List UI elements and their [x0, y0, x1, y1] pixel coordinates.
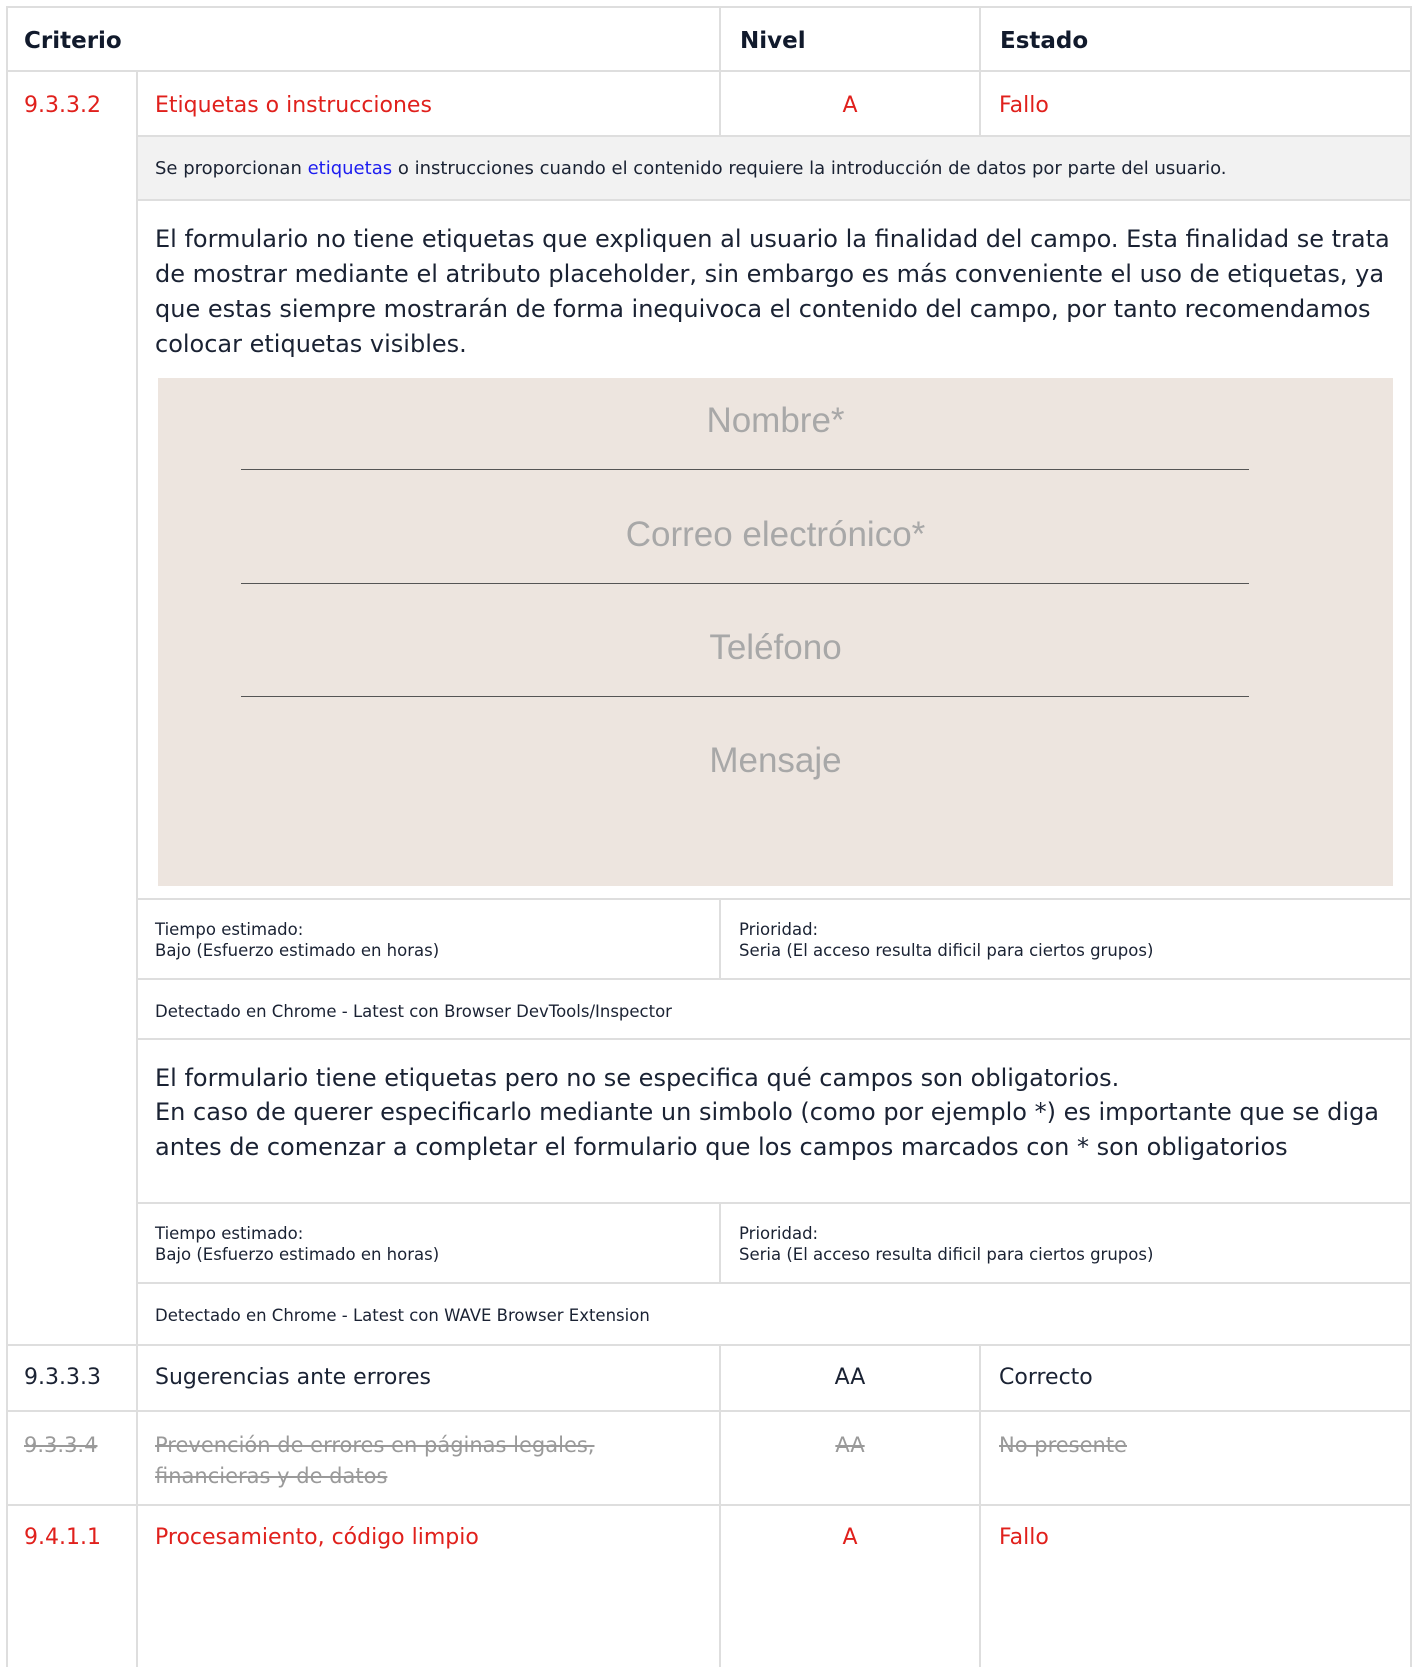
- criterion-description: Se proporcionan etiquetas o instruccione…: [155, 158, 1227, 179]
- criterion-name: Procesamiento, código limpio: [155, 1525, 479, 1550]
- column-divider: [136, 1410, 138, 1506]
- column-divider: [136, 1344, 138, 1412]
- row-divider: [136, 1038, 1410, 1040]
- criterion-status: Fallo: [999, 93, 1049, 118]
- placeholder-mensaje: Mensaje: [709, 741, 842, 780]
- time-label: Tiempo estimado:: [155, 1224, 304, 1243]
- row-divider: [136, 898, 1410, 900]
- row-divider: [8, 1504, 1410, 1506]
- priority-value: Seria (El acceso resulta dificil para ci…: [739, 941, 1154, 960]
- issue-2-text-line1: El formulario tiene etiquetas pero no se…: [155, 1064, 1120, 1092]
- row-divider: [136, 978, 1410, 980]
- column-divider: [979, 1410, 981, 1506]
- meta-divider: [719, 898, 721, 980]
- criterion-name: Etiquetas o instrucciones: [155, 93, 432, 118]
- criterion-name: Prevención de errores en páginas legales…: [155, 1433, 595, 1488]
- criterion-status: No presente: [999, 1433, 1127, 1457]
- time-value: Bajo (Esfuerzo estimado en horas): [155, 1245, 440, 1264]
- code-column-divider: [136, 70, 138, 1400]
- criterion-status: Correcto: [999, 1365, 1093, 1390]
- meta-divider: [719, 1202, 721, 1284]
- column-divider: [136, 1504, 138, 1667]
- header-divider: [719, 6, 721, 72]
- column-divider: [979, 1504, 981, 1667]
- criterion-code: 9.3.3.3: [24, 1365, 101, 1390]
- column-divider: [979, 1344, 981, 1412]
- priority-value: Seria (El acceso resulta dificil para ci…: [739, 1245, 1154, 1264]
- criterion-level: A: [842, 93, 858, 118]
- time-value: Bajo (Esfuerzo estimado en horas): [155, 941, 440, 960]
- issue-2-text-line2: En caso de querer especificarlo mediante…: [155, 1098, 1380, 1161]
- row-divider: [8, 1344, 1410, 1346]
- criterion-status: Fallo: [999, 1525, 1049, 1550]
- placeholder-nombre: Nombre*: [706, 401, 845, 440]
- column-divider: [719, 1344, 721, 1412]
- table-right-border: [1410, 6, 1412, 1667]
- column-divider: [719, 70, 721, 137]
- criterion-level: AA: [835, 1433, 865, 1457]
- row-divider: [8, 70, 1410, 72]
- row-divider: [8, 1410, 1410, 1412]
- placeholder-telefono: Teléfono: [709, 628, 842, 667]
- accessibility-criteria-table: Criterio Nivel Estado 9.3.3.2 Etiquetas …: [6, 6, 1412, 1667]
- column-divider: [719, 1410, 721, 1506]
- issue-1-text: El formulario no tiene etiquetas que exp…: [155, 225, 1390, 358]
- priority-label: Prioridad:: [739, 1224, 819, 1243]
- header-nivel: Nivel: [740, 28, 806, 54]
- row-divider: [136, 1202, 1410, 1204]
- criterion-name: Sugerencias ante errores: [155, 1365, 431, 1390]
- field-underline: [241, 696, 1249, 697]
- row-divider: [136, 1282, 1410, 1284]
- priority-label: Prioridad:: [739, 920, 819, 939]
- row-divider: [136, 199, 1410, 201]
- header-criterio: Criterio: [24, 28, 122, 54]
- detected-info: Detectado en Chrome - Latest con WAVE Br…: [155, 1306, 650, 1325]
- criterion-code: 9.4.1.1: [24, 1525, 101, 1550]
- header-divider: [979, 6, 981, 72]
- criterion-code: 9.3.3.4: [24, 1433, 98, 1457]
- etiquetas-link[interactable]: etiquetas: [308, 158, 393, 179]
- detected-info: Detectado en Chrome - Latest con Browser…: [155, 1002, 672, 1021]
- table-top-border: [8, 6, 1410, 8]
- form-screenshot: Nombre* Correo electrónico* Teléfono Men…: [158, 378, 1393, 886]
- column-divider: [979, 70, 981, 137]
- criterion-level: AA: [834, 1365, 866, 1390]
- field-underline: [241, 583, 1249, 584]
- criterion-level: A: [842, 1525, 858, 1550]
- placeholder-correo: Correo electrónico*: [625, 515, 926, 554]
- header-estado: Estado: [1000, 28, 1089, 54]
- criterion-code: 9.3.3.2: [24, 93, 101, 118]
- column-divider: [719, 1504, 721, 1667]
- time-label: Tiempo estimado:: [155, 920, 304, 939]
- field-underline: [241, 469, 1249, 470]
